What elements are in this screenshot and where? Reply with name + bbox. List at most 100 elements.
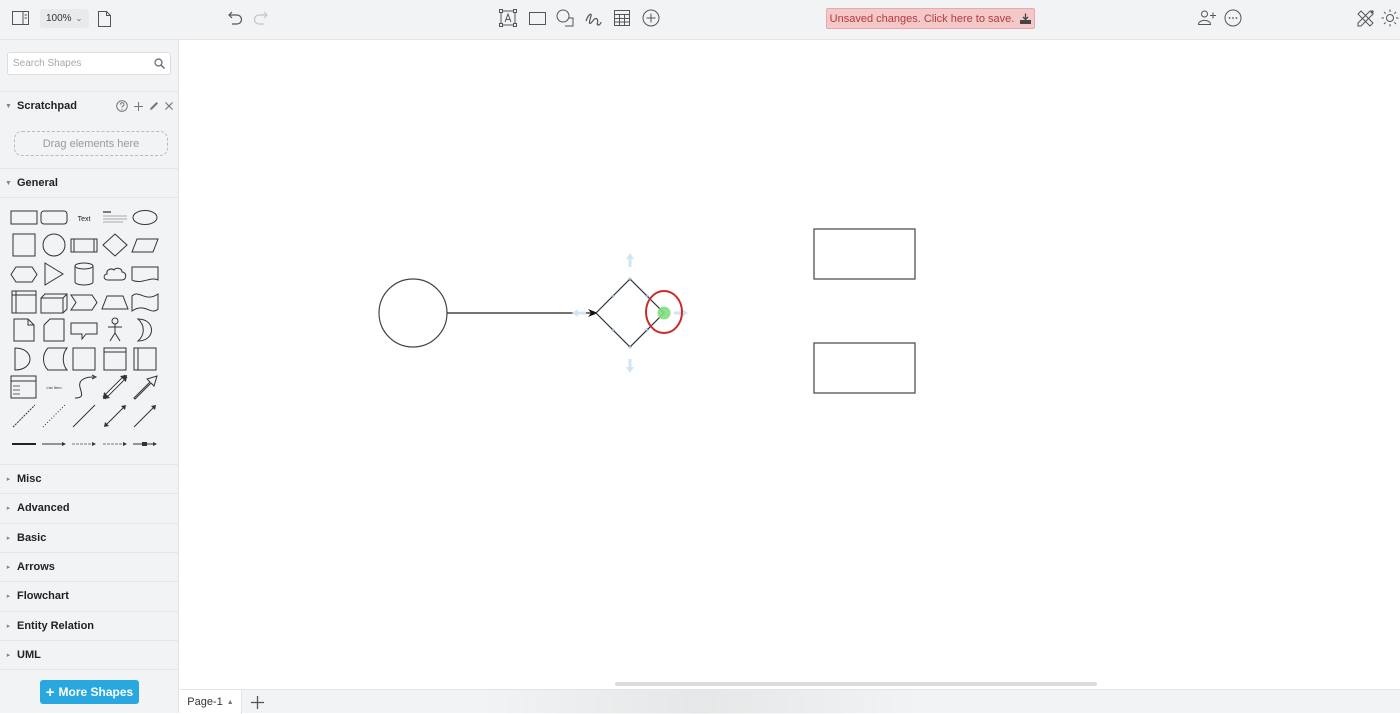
shape-arrow[interactable]	[130, 373, 160, 401]
shape-container[interactable]	[100, 345, 130, 373]
table-button[interactable]	[613, 9, 630, 26]
shape-or[interactable]	[130, 316, 160, 344]
shape-and[interactable]	[9, 345, 39, 373]
diagram-canvas[interactable]	[180, 40, 1400, 689]
hover-arrow-down-icon[interactable]	[626, 359, 634, 373]
horizontal-scrollbar[interactable]	[615, 682, 1097, 686]
shape-diamond[interactable]	[100, 231, 130, 259]
text-button[interactable]	[498, 9, 517, 27]
search-shapes-input[interactable]	[8, 53, 148, 74]
shape-bidirectional-connector[interactable]	[100, 402, 130, 430]
shape-rectangle[interactable]	[9, 203, 39, 231]
shape-document[interactable]	[130, 260, 160, 288]
rectangle-top[interactable]	[813, 228, 916, 280]
shape-callout[interactable]	[69, 316, 99, 344]
chevron-down-icon: ⌄	[75, 14, 83, 23]
internal-storage-icon	[11, 290, 37, 314]
shape-dotted-line[interactable]	[39, 402, 69, 430]
section-entity-relation[interactable]: ▸ Entity Relation	[0, 610, 179, 640]
page-setup-button[interactable]	[97, 10, 111, 27]
section-misc[interactable]: ▸ Misc	[0, 464, 179, 493]
hover-arrow-up-icon[interactable]	[626, 253, 634, 267]
zoom-select[interactable]: 100% ⌄	[40, 9, 89, 28]
shape-cube[interactable]	[39, 288, 69, 316]
circle-shape[interactable]	[378, 278, 448, 348]
more-shapes-button[interactable]: + More Shapes	[40, 680, 139, 704]
general-header[interactable]: ▼ General	[0, 168, 179, 197]
step-icon	[70, 294, 98, 311]
shape-line[interactable]	[69, 402, 99, 430]
shape-square[interactable]	[9, 231, 39, 259]
shape-note[interactable]	[9, 316, 39, 344]
shape-square-2[interactable]	[69, 345, 99, 373]
shape-cylinder[interactable]	[69, 260, 99, 288]
add-page-button[interactable]	[248, 693, 266, 711]
toolbar: 100% ⌄ Unsaved changes. Click here to sa…	[0, 0, 1400, 40]
shape-link[interactable]	[9, 430, 39, 458]
connector-with-2-labels-icon	[72, 442, 96, 446]
shape-connector-with-label[interactable]	[39, 430, 69, 458]
section-uml[interactable]: ▸ UML	[0, 639, 179, 669]
shape-actor[interactable]	[100, 316, 130, 344]
shape-connector-with-2-labels[interactable]	[69, 430, 99, 458]
shape-ellipse[interactable]	[130, 203, 160, 231]
shape-data-storage[interactable]	[39, 345, 69, 373]
insert-button[interactable]	[642, 9, 660, 27]
shape-vertical-container[interactable]	[130, 345, 160, 373]
shape-card[interactable]	[39, 316, 69, 344]
plus-icon	[134, 101, 143, 111]
shape-step[interactable]	[69, 288, 99, 316]
shape-internal-storage[interactable]	[9, 288, 39, 316]
rectangle-button[interactable]	[528, 11, 546, 25]
section-basic[interactable]: ▸ Basic	[0, 522, 179, 552]
shape-dashed-line[interactable]	[9, 402, 39, 430]
shape-parallelogram[interactable]	[130, 231, 160, 259]
redo-button[interactable]	[252, 10, 268, 26]
dotted-line-icon	[42, 404, 66, 428]
search-icon[interactable]	[154, 58, 165, 69]
section-arrows[interactable]: ▸ Arrows	[0, 551, 179, 581]
shape-tape[interactable]	[130, 288, 160, 316]
rectangle-bottom[interactable]	[813, 342, 916, 394]
page-tab-1[interactable]: Page-1 ▲	[180, 690, 242, 714]
shape-process[interactable]	[69, 231, 99, 259]
shape-hexagon[interactable]	[9, 260, 39, 288]
shape-directional-connector[interactable]	[130, 402, 160, 430]
hover-connection-point[interactable]	[657, 306, 671, 320]
help-button[interactable]	[116, 100, 128, 112]
diagram-svg	[378, 228, 916, 394]
freehand-button[interactable]	[584, 9, 602, 27]
shape-textbox[interactable]	[100, 203, 130, 231]
shapes-button[interactable]	[555, 9, 574, 27]
shape-rounded-rectangle[interactable]	[39, 203, 69, 231]
section-advanced[interactable]: ▸ Advanced	[0, 493, 179, 522]
shapes-sidebar: ▼ Scratchpad Drag elements here ▼ Genera…	[0, 40, 179, 713]
section-flowchart[interactable]: ▸ Flowchart	[0, 581, 179, 610]
shape-curve[interactable]	[69, 373, 99, 401]
share-button[interactable]	[1198, 9, 1217, 26]
shape-circle[interactable]	[39, 231, 69, 259]
edit-button[interactable]	[149, 101, 159, 111]
shape-list[interactable]	[9, 373, 39, 401]
sidebar-toggle-button[interactable]	[11, 10, 29, 26]
add-button[interactable]	[134, 101, 143, 111]
shape-connector-with-3-labels[interactable]	[100, 430, 130, 458]
unsaved-changes-banner[interactable]: Unsaved changes. Click here to save.	[826, 8, 1035, 29]
shape-trapezoid[interactable]	[100, 288, 130, 316]
scratchpad-drop-zone[interactable]: Drag elements here	[14, 131, 168, 156]
shape-cloud[interactable]	[100, 260, 130, 288]
hover-arrow-left-icon[interactable]	[572, 309, 586, 317]
shape-list-item[interactable]: List Item	[39, 373, 69, 401]
shape-triangle[interactable]	[39, 260, 69, 288]
diamond-shape[interactable]	[595, 278, 665, 348]
search-shapes-field[interactable]	[7, 52, 171, 75]
scratchpad-header[interactable]: ▼ Scratchpad	[0, 91, 179, 120]
close-button[interactable]	[165, 102, 173, 110]
format-panel-button[interactable]	[1356, 9, 1374, 27]
theme-button[interactable]	[1381, 9, 1399, 27]
shape-text[interactable]: Text	[69, 203, 99, 231]
shape-connector-with-symbol[interactable]	[130, 430, 160, 458]
undo-button[interactable]	[227, 10, 243, 26]
more-button[interactable]	[1224, 9, 1242, 27]
shape-bidirectional-arrow[interactable]	[100, 373, 130, 401]
